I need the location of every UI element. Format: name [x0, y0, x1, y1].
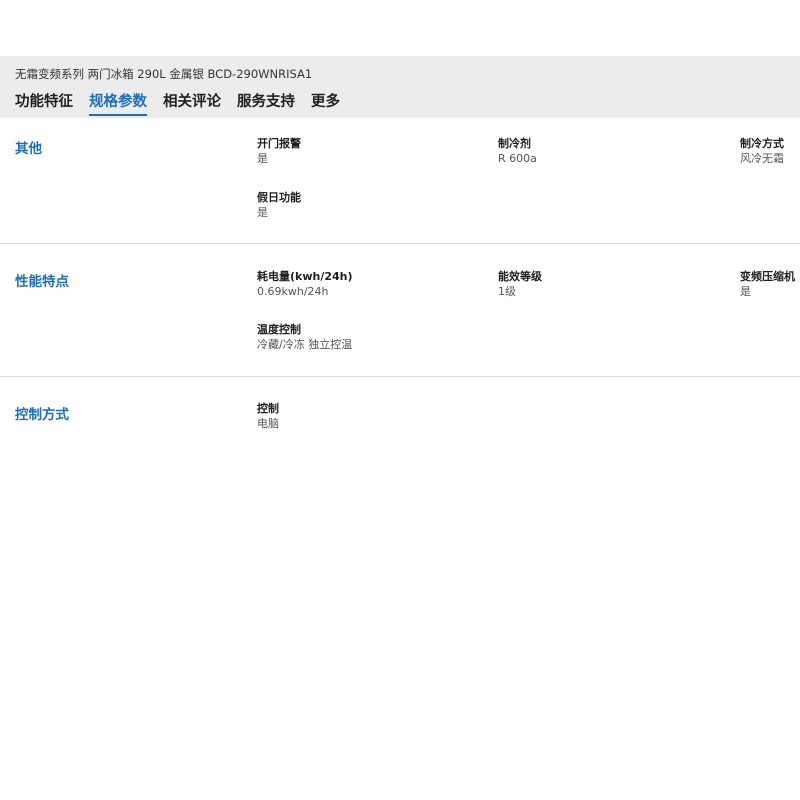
spec-item: 开门报警 是 — [257, 137, 301, 166]
tab-reviews[interactable]: 相关评论 — [163, 90, 221, 116]
spec-name: 耗电量(kwh/24h) — [257, 270, 353, 283]
spec-item: 制冷方式 风冷无霜 — [740, 137, 784, 166]
spec-item: 假日功能 是 — [257, 191, 301, 220]
spec-item: 能效等级 1级 — [498, 270, 542, 299]
spec-name: 开门报警 — [257, 137, 301, 150]
spec-value: R 600a — [498, 152, 537, 165]
spec-value: 是 — [257, 206, 268, 219]
spec-name: 温度控制 — [257, 323, 301, 336]
tab-service-support[interactable]: 服务支持 — [237, 90, 295, 116]
section-title-performance: 性能特点 — [15, 274, 69, 290]
spec-item: 控制 电脑 — [257, 402, 279, 431]
spec-name: 变频压缩机 — [740, 270, 795, 283]
spec-value: 冷藏/冷冻 独立控温 — [257, 338, 353, 351]
spec-item: 耗电量(kwh/24h) 0.69kwh/24h — [257, 270, 353, 299]
spec-value: 是 — [257, 152, 268, 165]
spec-value: 1级 — [498, 285, 516, 298]
spec-value: 0.69kwh/24h — [257, 285, 329, 298]
section-divider — [0, 376, 800, 377]
spec-value: 是 — [740, 285, 751, 298]
spec-name: 制冷剂 — [498, 137, 531, 150]
tab-features[interactable]: 功能特征 — [15, 90, 73, 116]
section-divider — [0, 243, 800, 244]
tab-more[interactable]: 更多 — [311, 90, 340, 116]
spec-item: 制冷剂 R 600a — [498, 137, 537, 166]
spec-item: 变频压缩机 是 — [740, 270, 795, 299]
spec-name: 控制 — [257, 402, 279, 415]
spec-name: 制冷方式 — [740, 137, 784, 150]
spec-name: 能效等级 — [498, 270, 542, 283]
tab-specifications[interactable]: 规格参数 — [89, 90, 147, 116]
spec-name: 假日功能 — [257, 191, 301, 204]
section-title-control: 控制方式 — [15, 407, 69, 423]
tab-bar: 功能特征 规格参数 相关评论 服务支持 更多 — [15, 90, 356, 116]
product-header: 无霜变频系列 两门冰箱 290L 金属银 BCD-290WNRISA1 功能特征… — [0, 56, 800, 118]
product-title: 无霜变频系列 两门冰箱 290L 金属银 BCD-290WNRISA1 — [15, 67, 313, 81]
spec-item: 温度控制 冷藏/冷冻 独立控温 — [257, 323, 352, 352]
section-title-other: 其他 — [15, 141, 42, 157]
spec-value: 电脑 — [257, 417, 279, 430]
spec-value: 风冷无霜 — [740, 152, 784, 165]
spec-page: 无霜变频系列 两门冰箱 290L 金属银 BCD-290WNRISA1 功能特征… — [0, 0, 800, 800]
